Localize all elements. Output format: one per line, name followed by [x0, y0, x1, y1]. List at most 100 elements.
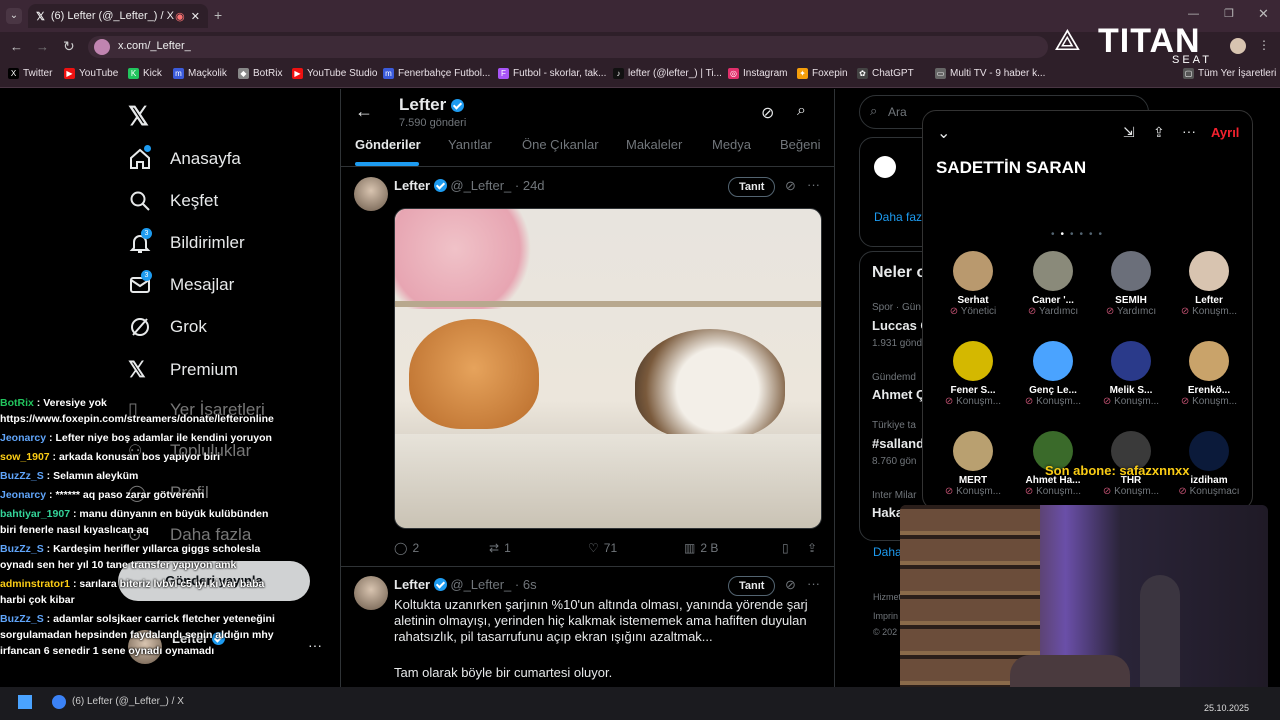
show-more-link[interactable]: Daha faz	[874, 210, 922, 224]
participant-avatar	[953, 431, 993, 471]
tab-likes[interactable]: Beğeni	[780, 137, 820, 152]
account-menu-icon[interactable]: ···	[308, 637, 322, 653]
leave-button[interactable]: Ayrıl	[1211, 125, 1239, 140]
tab-title: (6) Lefter (@_Lefter_) / X	[50, 10, 174, 22]
browser-tab[interactable]: 𝕏 (6) Lefter (@_Lefter_) / X ◉ ✕	[28, 4, 208, 28]
minimize-button[interactable]: —	[1188, 8, 1199, 20]
spaces-panel: ⌄ ⇲ ⇪ ··· Ayrıl SADETTİN SARAN •••••• Se…	[922, 110, 1253, 510]
views-button[interactable]: ▥ 2 B	[684, 541, 718, 555]
close-tab-icon[interactable]: ✕	[191, 10, 200, 23]
taskbar-date: 25.10.2025	[1204, 703, 1250, 713]
browser-taskbar-icon[interactable]	[52, 695, 66, 709]
space-participant[interactable]: Melik S... ⊘ Konuşm...	[1091, 341, 1171, 407]
participant-avatar	[1033, 251, 1073, 291]
post-avatar[interactable]	[354, 177, 388, 211]
grok-icon[interactable]: ⊘	[761, 103, 774, 123]
taskbar-window-item[interactable]: (6) Lefter (@_Lefter_) / X	[72, 696, 184, 707]
bookmark-foxepin[interactable]: ✦ Foxepin	[797, 68, 848, 79]
space-participant[interactable]: SEMİH ⊘ Yardımcı	[1091, 251, 1171, 317]
club-logo	[874, 156, 896, 178]
chat-message: sow_1907 : arkada konusan bos yapiyor bi…	[0, 451, 221, 463]
back-icon[interactable]: ←	[10, 39, 23, 54]
space-participant[interactable]: MERT ⊘ Konuşm...	[933, 431, 1013, 497]
bookmark-multitv[interactable]: ▭ Multi TV - 9 haber k...	[935, 68, 1045, 79]
space-participant[interactable]: Serhat ⊘ Yönetici	[933, 251, 1013, 317]
nav-grok[interactable]: Grok	[128, 315, 207, 339]
post-avatar[interactable]	[354, 576, 388, 610]
x-logo-icon[interactable]: 𝕏	[128, 101, 149, 132]
all-bookmarks[interactable]: ▢ Tüm Yer İşaretleri	[1183, 68, 1276, 79]
bookmark-youtube-studio[interactable]: ▶ YouTube Studio	[292, 68, 377, 79]
post-more-icon[interactable]: ···	[807, 576, 820, 591]
participant-avatar	[1189, 251, 1229, 291]
share-icon: ⇪	[807, 541, 818, 555]
collapse-chevron-icon[interactable]: ⌄	[937, 123, 950, 143]
post-text: Koltukta uzanırken şarjının %10'un altın…	[394, 597, 808, 644]
space-title: SADETTİN SARAN	[936, 158, 1087, 177]
post-more-icon[interactable]: ···	[807, 177, 820, 192]
share-icon[interactable]: ⇪	[1153, 124, 1165, 141]
nav-messages[interactable]: Mesajlar 3	[128, 270, 234, 297]
window-close-button[interactable]: ✕	[1258, 6, 1269, 22]
promote-button[interactable]: Tanıt	[728, 177, 776, 197]
show-more-link[interactable]: Daha	[873, 545, 902, 559]
nav-premium[interactable]: 𝕏 Premium	[128, 357, 238, 383]
reload-icon[interactable]: ↻	[63, 38, 75, 55]
nav-home[interactable]: Anasayfa	[128, 145, 241, 171]
like-button[interactable]: ♡ 71	[588, 541, 617, 555]
participant-role: ⊘ Konuşm...	[1180, 306, 1238, 317]
profile-avatar-icon[interactable]	[1230, 38, 1246, 54]
forward-icon[interactable]: →	[36, 39, 49, 54]
x-favicon-icon: 𝕏	[36, 10, 45, 23]
site-info-icon[interactable]	[94, 39, 110, 55]
space-participant[interactable]: Caner '... ⊘ Yardımcı	[1013, 251, 1093, 317]
bookmark-chatgpt[interactable]: ✿ ChatGPT	[857, 68, 914, 79]
tab-articles[interactable]: Makaleler	[626, 137, 682, 152]
participant-role: ⊘ Konuşm...	[1024, 486, 1082, 497]
promote-button[interactable]: Tanıt	[728, 576, 776, 596]
bookmark-kick[interactable]: K Kick	[128, 68, 162, 79]
menu-icon[interactable]: ⋮	[1258, 38, 1270, 52]
bookmark-button[interactable]: ▯	[782, 541, 789, 555]
back-arrow-icon[interactable]: ←	[355, 101, 373, 122]
url-field[interactable]: x.com/_Lefter_	[88, 36, 1048, 58]
more-icon[interactable]: ···	[1182, 123, 1196, 139]
participant-role: ⊘ Yardımcı	[1027, 306, 1079, 317]
trend-item[interactable]: Ahmet Ç	[872, 387, 925, 402]
bookmark-fenerbahce[interactable]: m Fenerbahçe Futbol...	[383, 68, 490, 79]
bookmark-futbol[interactable]: F Futbol - skorlar, tak...	[498, 68, 606, 79]
nav-notifications[interactable]: Bildirimler 3	[128, 228, 245, 255]
webcam-overlay	[900, 505, 1268, 708]
tab-posts[interactable]: Gönderiler	[355, 137, 421, 152]
bookmark-mackolik[interactable]: m Maçkolik	[173, 68, 227, 79]
repost-button[interactable]: ⇄ 1	[489, 541, 511, 555]
maximize-button[interactable]: ❐	[1224, 7, 1234, 20]
minimize-space-icon[interactable]: ⇲	[1123, 124, 1135, 141]
tab-highlights[interactable]: Öne Çıkanlar	[522, 137, 599, 152]
reply-button[interactable]: ◯ 2	[394, 541, 419, 555]
grok-icon[interactable]: ⊘	[785, 178, 796, 194]
space-participant[interactable]: Fener S... ⊘ Konuşm...	[933, 341, 1013, 407]
space-participant[interactable]: Erenkö... ⊘ Konuşm...	[1169, 341, 1249, 407]
titan-seat-logo: ⟁ TITAN SEAT	[1054, 22, 1212, 66]
bookmark-twitter[interactable]: X Twitter	[8, 68, 52, 79]
nav-explore[interactable]: Keşfet	[128, 189, 218, 213]
bookmark-instagram[interactable]: ◎ Instagram	[728, 68, 787, 79]
bookmark-tiktok[interactable]: ♪ lefter (@lefter_) | Ti...	[613, 68, 722, 79]
tab-list-button[interactable]: ⌄	[6, 8, 22, 24]
bookmark-botrix[interactable]: ◆ BotRix	[238, 68, 282, 79]
tab-replies[interactable]: Yanıtlar	[448, 137, 492, 152]
post-image[interactable]	[394, 208, 822, 529]
trend-item[interactable]: #salland	[872, 436, 924, 451]
search-icon[interactable]: ⌕	[797, 102, 806, 120]
share-button[interactable]: ⇪	[807, 541, 817, 555]
chat-message: BuzZz_S : Selamın aleyküm	[0, 470, 139, 482]
bookmark-youtube[interactable]: ▶ YouTube	[64, 68, 118, 79]
space-participant[interactable]: Lefter ⊘ Konuşm...	[1169, 251, 1249, 317]
grok-icon[interactable]: ⊘	[785, 577, 796, 593]
space-participant[interactable]: Genç Le... ⊘ Konuşm...	[1013, 341, 1093, 407]
new-tab-button[interactable]: +	[214, 7, 222, 23]
last-subscriber-overlay: Son abone: safazxnnxx	[1045, 463, 1190, 478]
tab-media[interactable]: Medya	[712, 137, 751, 152]
windows-start-icon[interactable]	[18, 695, 32, 709]
